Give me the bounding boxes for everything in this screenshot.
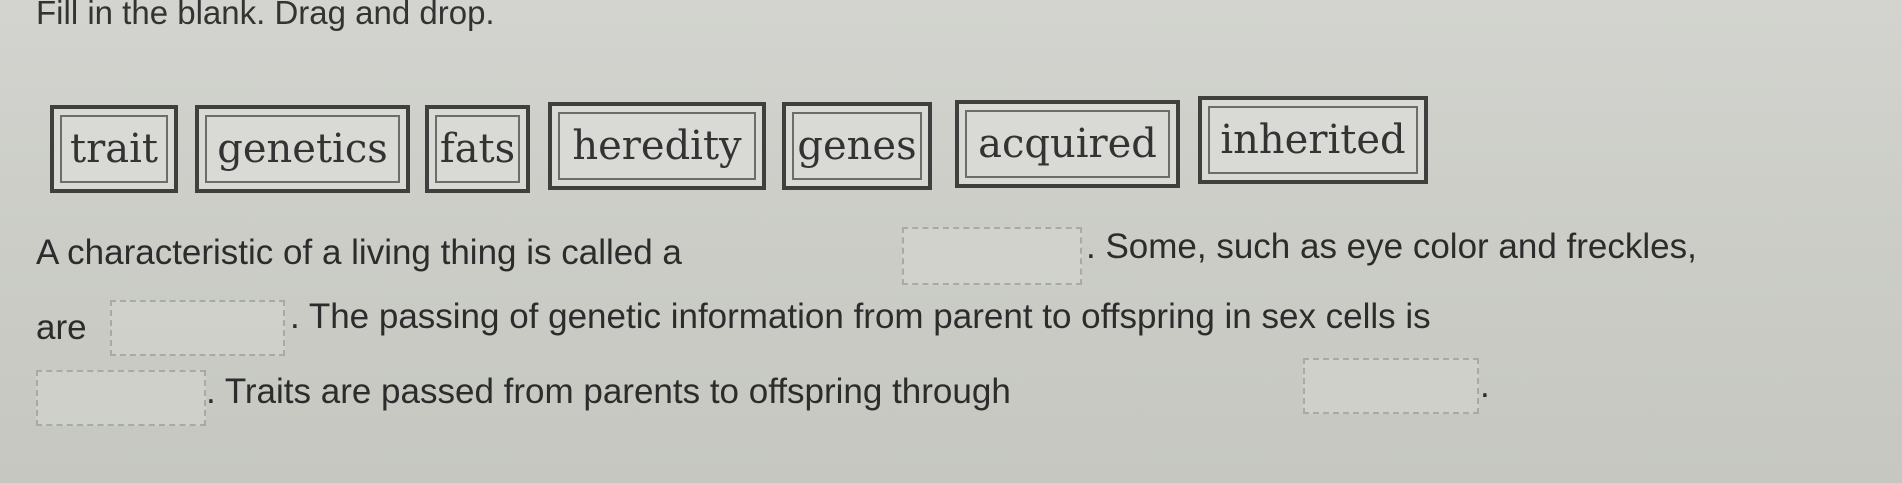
drop-blank-3[interactable] [36, 370, 206, 426]
drop-blank-4[interactable] [1303, 358, 1479, 414]
word-tile-acquired[interactable]: acquired [955, 100, 1180, 188]
passage-line-3-end: . [1480, 366, 1490, 405]
instruction-text: Fill in the blank. Drag and drop. [36, 0, 495, 31]
passage-line-1-start: A characteristic of a living thing is ca… [36, 233, 682, 272]
drop-blank-2[interactable] [110, 300, 285, 356]
passage-line-1-end: . Some, such as eye color and freckles, [1086, 227, 1697, 266]
passage-line-3-middle: . Traits are passed from parents to offs… [206, 372, 1011, 411]
passage-line-2-start: are [36, 308, 87, 347]
word-tile-fats[interactable]: fats [425, 105, 530, 193]
word-tile-inherited[interactable]: inherited [1198, 96, 1428, 184]
word-tile-genetics[interactable]: genetics [195, 105, 410, 193]
word-tile-heredity[interactable]: heredity [548, 102, 766, 190]
word-tile-trait[interactable]: trait [50, 105, 178, 193]
passage-line-2-end: . The passing of genetic information fro… [290, 297, 1431, 336]
word-tile-genes[interactable]: genes [782, 102, 932, 190]
drop-blank-1[interactable] [902, 227, 1082, 285]
